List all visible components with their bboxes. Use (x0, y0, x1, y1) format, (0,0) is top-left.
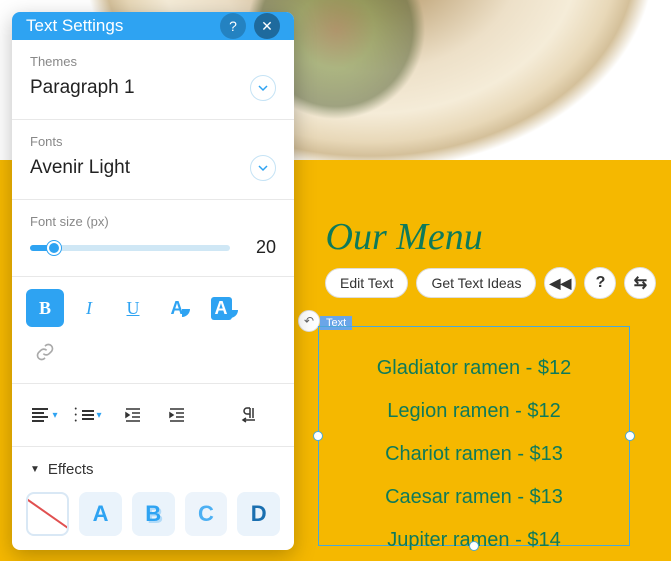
question-icon: ? (596, 274, 606, 292)
get-text-ideas-button[interactable]: Get Text Ideas (416, 268, 536, 298)
effect-b-tile[interactable]: B (132, 492, 175, 536)
italic-icon: I (86, 298, 92, 319)
slider-thumb[interactable] (47, 241, 61, 255)
fontsize-section: Font size (px) 20 (12, 200, 294, 277)
bold-button[interactable]: B (26, 289, 64, 327)
underline-button[interactable]: U (114, 289, 152, 327)
swap-button[interactable]: ⇆ (624, 267, 656, 299)
text-color-button[interactable]: A (158, 289, 196, 327)
chevron-down-icon: ▾ (52, 410, 57, 421)
paragraph-format-row: ▾ ▾ (12, 384, 294, 447)
fontsize-value[interactable]: 20 (242, 237, 276, 258)
link-icon (35, 342, 55, 362)
rtl-icon (240, 406, 258, 424)
themes-label: Themes (30, 54, 276, 69)
indent-increase-icon (168, 406, 186, 424)
fonts-label: Fonts (30, 134, 276, 149)
text-element-toolbar: Edit Text Get Text Ideas ◀◀ ? ⇆ (325, 267, 656, 299)
highlight-color-button[interactable]: A (202, 289, 240, 327)
themes-section: Themes Paragraph 1 (12, 40, 294, 120)
help-button[interactable]: ? (584, 267, 616, 299)
themes-value: Paragraph 1 (30, 77, 135, 99)
panel-close-button[interactable]: ✕ (254, 13, 280, 39)
align-button[interactable]: ▾ (26, 396, 64, 434)
double-chevron-left-icon: ◀◀ (550, 275, 572, 292)
bullet-list-icon (76, 410, 92, 420)
themes-dropdown-button[interactable] (250, 75, 276, 101)
swap-icon: ⇆ (634, 273, 647, 293)
effect-a-tile[interactable]: A (79, 492, 122, 536)
resize-handle-left[interactable] (313, 431, 323, 441)
text-color-icon: A (171, 298, 184, 319)
edit-text-button[interactable]: Edit Text (325, 268, 408, 298)
underline-icon: U (127, 298, 140, 319)
character-format-row: B I U A A (12, 277, 294, 384)
selected-text-box[interactable]: Gladiator ramen - $12 Legion ramen - $12… (318, 326, 630, 546)
effect-c-tile[interactable]: C (185, 492, 228, 536)
effect-d-tile[interactable]: D (237, 492, 280, 536)
fontsize-label: Font size (px) (30, 214, 276, 229)
effect-none-tile[interactable] (26, 492, 69, 536)
effects-toggle[interactable]: ▼ Effects (12, 447, 294, 492)
panel-header: Text Settings ? ✕ (12, 12, 294, 40)
effects-label: Effects (48, 461, 94, 478)
menu-item: Chariot ramen - $13 (319, 443, 629, 466)
indent-decrease-icon (124, 406, 142, 424)
italic-button[interactable]: I (70, 289, 108, 327)
menu-item: Legion ramen - $12 (319, 400, 629, 423)
menu-items-text[interactable]: Gladiator ramen - $12 Legion ramen - $12… (319, 327, 629, 552)
fonts-dropdown-button[interactable] (250, 155, 276, 181)
panel-help-button[interactable]: ? (220, 13, 246, 39)
align-left-icon (32, 408, 48, 422)
resize-handle-bottom[interactable] (469, 541, 479, 551)
menu-item: Gladiator ramen - $12 (319, 357, 629, 380)
link-button[interactable] (26, 333, 64, 371)
chevron-down-icon (257, 162, 269, 174)
panel-title: Text Settings (26, 16, 123, 36)
bold-icon: B (39, 298, 51, 319)
highlight-icon: A (211, 297, 232, 320)
close-icon: ✕ (261, 18, 273, 35)
fontsize-slider[interactable] (30, 245, 230, 251)
chevron-down-icon (257, 82, 269, 94)
undo-button[interactable]: ↶ (298, 310, 320, 332)
indent-decrease-button[interactable] (114, 396, 152, 434)
list-button[interactable]: ▾ (70, 396, 108, 434)
undo-icon: ↶ (304, 314, 314, 328)
menu-heading: Our Menu (326, 215, 483, 259)
text-direction-button[interactable] (230, 396, 268, 434)
effects-tiles: A B C D (12, 492, 294, 550)
text-settings-panel: Text Settings ? ✕ Themes Paragraph 1 Fon… (12, 12, 294, 550)
triangle-down-icon: ▼ (30, 464, 40, 475)
indent-increase-button[interactable] (158, 396, 196, 434)
fonts-value: Avenir Light (30, 157, 130, 179)
fonts-section: Fonts Avenir Light (12, 120, 294, 200)
question-icon: ? (229, 18, 237, 34)
menu-item: Caesar ramen - $13 (319, 486, 629, 509)
chevron-down-icon: ▾ (96, 410, 101, 421)
expand-toolbar-button[interactable]: ◀◀ (544, 267, 576, 299)
resize-handle-right[interactable] (625, 431, 635, 441)
